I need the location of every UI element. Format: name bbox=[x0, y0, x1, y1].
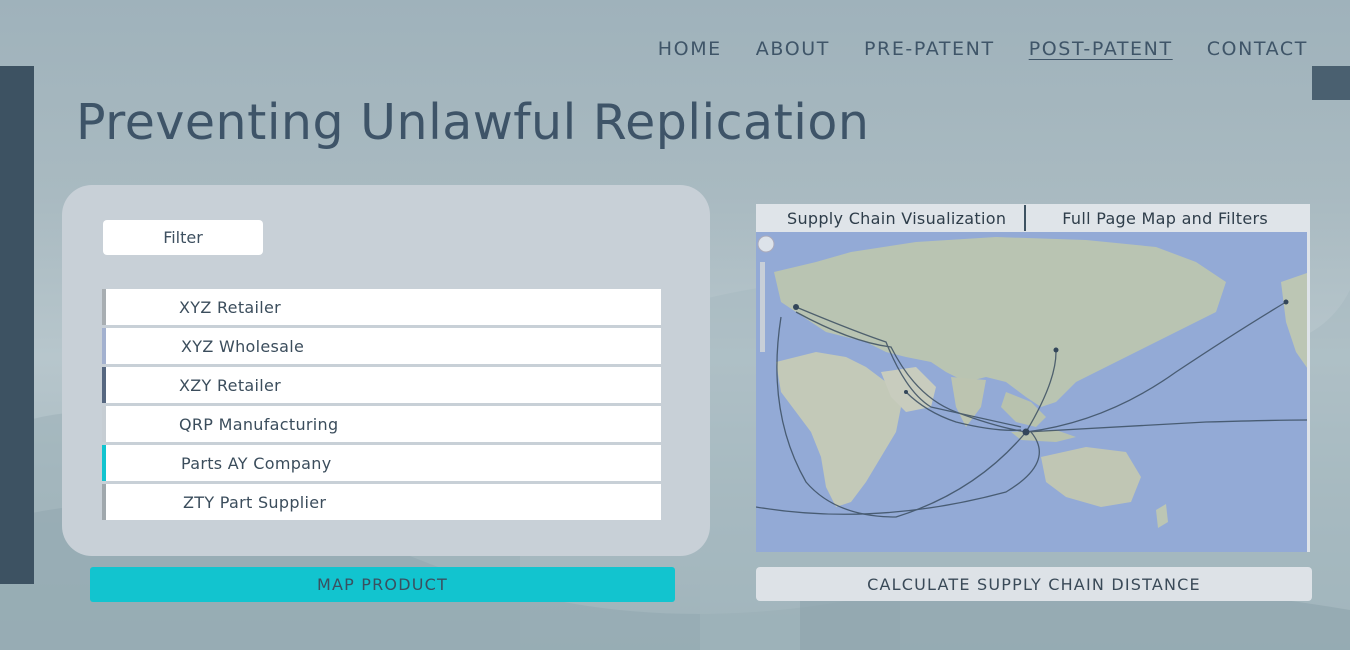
list-item-label: ZTY Part Supplier bbox=[183, 492, 327, 512]
left-accent-bar bbox=[0, 66, 34, 584]
nav-home[interactable]: HOME bbox=[658, 38, 722, 60]
list-item-xyz-wholesale[interactable]: XYZ Wholesale bbox=[102, 328, 661, 364]
tab-full-page-map[interactable]: Full Page Map and Filters bbox=[1062, 209, 1268, 228]
supply-chain-map[interactable] bbox=[756, 232, 1310, 552]
main-nav: HOME ABOUT PRE-PATENT POST-PATENT CONTAC… bbox=[624, 38, 1308, 60]
list-item-qrp-manufacturing[interactable]: QRP Manufacturing bbox=[102, 406, 661, 442]
list-item-label: XYZ Wholesale bbox=[181, 336, 305, 356]
list-item-label: XZY Retailer bbox=[179, 375, 282, 395]
list-item-xzy-retailer[interactable]: XZY Retailer bbox=[102, 367, 661, 403]
list-item-label: QRP Manufacturing bbox=[179, 414, 339, 434]
nav-about[interactable]: ABOUT bbox=[756, 38, 830, 60]
list-item-label: XYZ Retailer bbox=[179, 297, 282, 317]
list-item-parts-ay-company[interactable]: Parts AY Company bbox=[102, 445, 661, 481]
right-accent-tab bbox=[1312, 66, 1350, 100]
nav-pre-patent[interactable]: PRE-PATENT bbox=[864, 38, 995, 60]
list-item-xyz-retailer[interactable]: XYZ Retailer bbox=[102, 289, 661, 325]
nav-contact[interactable]: CONTACT bbox=[1207, 38, 1308, 60]
supplier-list: XYZ Retailer XYZ Wholesale XZY Retailer … bbox=[102, 289, 661, 523]
calculate-supply-chain-distance-button[interactable]: CALCULATE SUPPLY CHAIN DISTANCE bbox=[756, 567, 1312, 601]
list-item-label: Parts AY Company bbox=[181, 453, 332, 473]
page-title: Preventing Unlawful Replication bbox=[76, 94, 870, 151]
world-map-graphic bbox=[756, 232, 1307, 552]
filter-button[interactable]: Filter bbox=[103, 220, 263, 255]
map-product-button[interactable]: MAP PRODUCT bbox=[90, 567, 675, 602]
tab-supply-chain-visualization[interactable]: Supply Chain Visualization bbox=[787, 209, 1006, 228]
tab-divider bbox=[1024, 205, 1027, 231]
nav-post-patent[interactable]: POST-PATENT bbox=[1029, 38, 1173, 60]
map-tabs: Supply Chain Visualization Full Page Map… bbox=[756, 204, 1310, 232]
list-item-zty-part-supplier[interactable]: ZTY Part Supplier bbox=[102, 484, 661, 520]
